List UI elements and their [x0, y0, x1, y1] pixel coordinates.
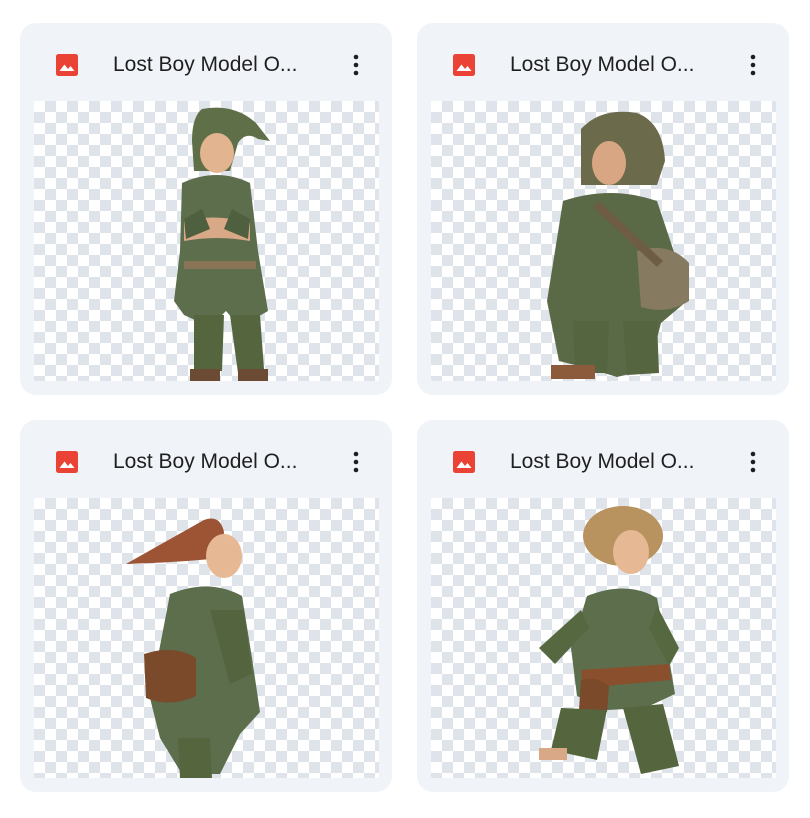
more-options-button[interactable]: [735, 47, 771, 83]
image-file-icon: [56, 54, 78, 76]
file-card[interactable]: Lost Boy Model O...: [20, 23, 392, 395]
image-thumbnail[interactable]: [34, 498, 379, 778]
file-name: Lost Boy Model O...: [113, 53, 298, 76]
file-name: Lost Boy Model O...: [510, 450, 695, 473]
more-options-button[interactable]: [338, 47, 374, 83]
file-card-header: Lost Boy Model O...: [20, 23, 392, 101]
image-thumbnail[interactable]: [431, 498, 776, 778]
file-card[interactable]: Lost Boy Model O...: [417, 420, 789, 792]
more-vert-icon: [750, 451, 756, 473]
more-vert-icon: [750, 54, 756, 76]
image-file-icon: [453, 54, 475, 76]
image-thumbnail[interactable]: [431, 101, 776, 381]
file-name: Lost Boy Model O...: [510, 53, 695, 76]
more-vert-icon: [353, 451, 359, 473]
boy-figure-running: [539, 506, 679, 774]
boy-figure-pointed-hat: [126, 518, 260, 778]
file-card-header: Lost Boy Model O...: [417, 420, 789, 498]
image-file-icon: [56, 451, 78, 473]
file-card[interactable]: Lost Boy Model O...: [20, 420, 392, 792]
image-file-icon: [453, 451, 475, 473]
file-card-header: Lost Boy Model O...: [417, 23, 789, 101]
file-card[interactable]: Lost Boy Model O...: [417, 23, 789, 395]
more-options-button[interactable]: [338, 444, 374, 480]
boy-figure-with-satchel: [547, 111, 689, 379]
file-grid: Lost Boy Model O... Lost Boy Model O... …: [0, 0, 810, 818]
file-name: Lost Boy Model O...: [113, 450, 298, 473]
image-thumbnail[interactable]: [34, 101, 379, 381]
boy-figure-arms-crossed: [174, 107, 270, 381]
more-vert-icon: [353, 54, 359, 76]
file-card-header: Lost Boy Model O...: [20, 420, 392, 498]
more-options-button[interactable]: [735, 444, 771, 480]
